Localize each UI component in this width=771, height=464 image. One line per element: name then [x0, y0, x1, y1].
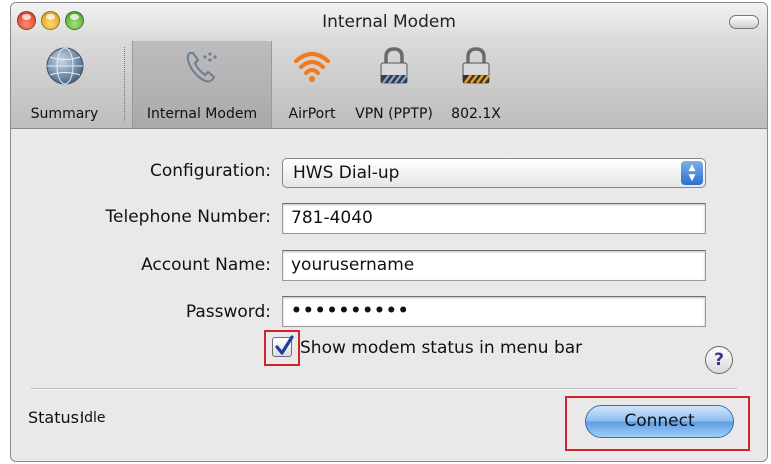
toolbar-item-summary[interactable]: Summary — [11, 41, 118, 128]
account-name-field[interactable]: yourusername — [282, 250, 706, 281]
configuration-label: Configuration: — [149, 161, 271, 181]
connect-button[interactable]: Connect — [585, 405, 734, 438]
chevron-updown-icon: ▲ ▼ — [681, 161, 703, 185]
telephone-number-label: Telephone Number: — [105, 207, 271, 227]
checkmark-icon — [275, 335, 294, 355]
toolbar-item-label: Internal Modem — [146, 106, 258, 122]
window-title: Internal Modem — [322, 12, 456, 32]
globe-icon — [46, 47, 83, 85]
toolbar-item-label: VPN (PPTP) — [355, 106, 433, 122]
modem-phone-icon — [186, 52, 217, 83]
divider — [31, 388, 737, 390]
status-label: Status: — [28, 408, 85, 427]
status-value: Idle — [80, 410, 106, 426]
airport-wifi-icon — [294, 52, 330, 82]
toolbar-item-8021x[interactable]: 802.1X — [441, 41, 511, 128]
toolbar-separator — [124, 47, 125, 122]
password-field[interactable]: •••••••••• — [282, 296, 706, 327]
toolbar: Summary Internal Modem AirPort VPN (PPTP… — [11, 41, 767, 129]
toolbar-item-label: AirPort — [288, 106, 336, 122]
toolbar-toggle-button[interactable] — [729, 15, 759, 29]
toolbar-item-label: 802.1X — [451, 106, 501, 122]
toolbar-item-label: Summary — [30, 106, 99, 122]
show-status-checkbox[interactable] — [272, 335, 294, 357]
help-button[interactable]: ? — [705, 346, 733, 374]
password-label: Password: — [185, 302, 271, 322]
toolbar-item-airport[interactable]: AirPort — [277, 41, 347, 128]
configuration-value: HWS Dial-up — [293, 163, 400, 183]
configuration-popup[interactable]: HWS Dial-up ▲ ▼ — [282, 158, 706, 188]
telephone-number-field[interactable]: 781-4040 — [282, 203, 706, 234]
toolbar-item-internal-modem[interactable]: Internal Modem — [132, 41, 272, 128]
toolbar-item-vpn[interactable]: VPN (PPTP) — [347, 41, 441, 128]
show-status-label: Show modem status in menu bar — [300, 338, 583, 358]
title-bar[interactable]: Internal Modem — [11, 3, 767, 41]
lock-icon — [462, 47, 490, 84]
account-name-label: Account Name: — [141, 255, 271, 275]
lock-icon — [380, 47, 408, 84]
